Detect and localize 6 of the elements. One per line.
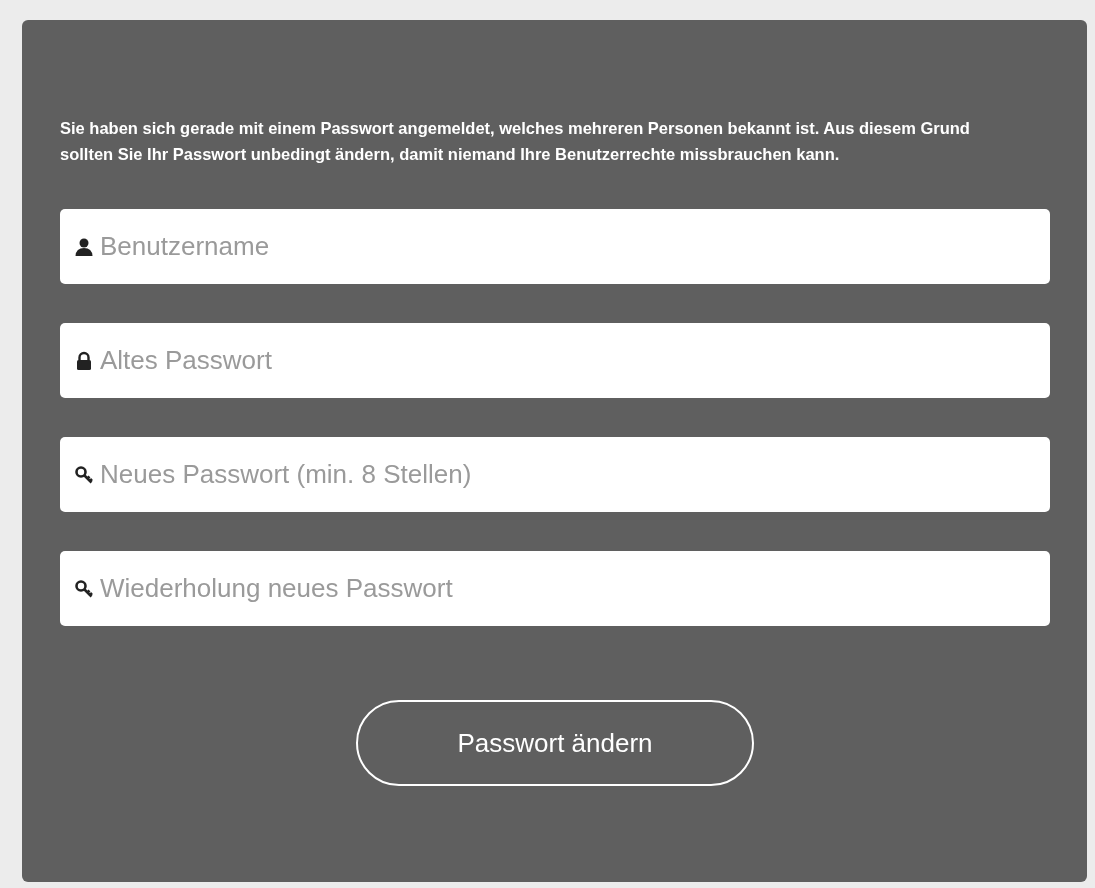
input-field[interactable]: Altes Passwort [60, 323, 1050, 398]
notice-text: Sie haben sich gerade mit einem Passwort angemeldet, welches mehreren Personen bekannt ist. Aus diesem Grund sollten Sie Ihr Passwort unbedingt ändern, damit niemand Ihre Benutzerrechte missbrauchen kann. [60, 118, 971, 165]
change-password-button[interactable]: Passwort ändern [356, 700, 754, 786]
input-field[interactable]: Wiederholung neues Passwort [60, 551, 1050, 626]
input-field[interactable]: Benutzername [60, 209, 1050, 284]
input-field[interactable]: Neues Passwort (min. 8 Stellen) [60, 437, 1050, 512]
